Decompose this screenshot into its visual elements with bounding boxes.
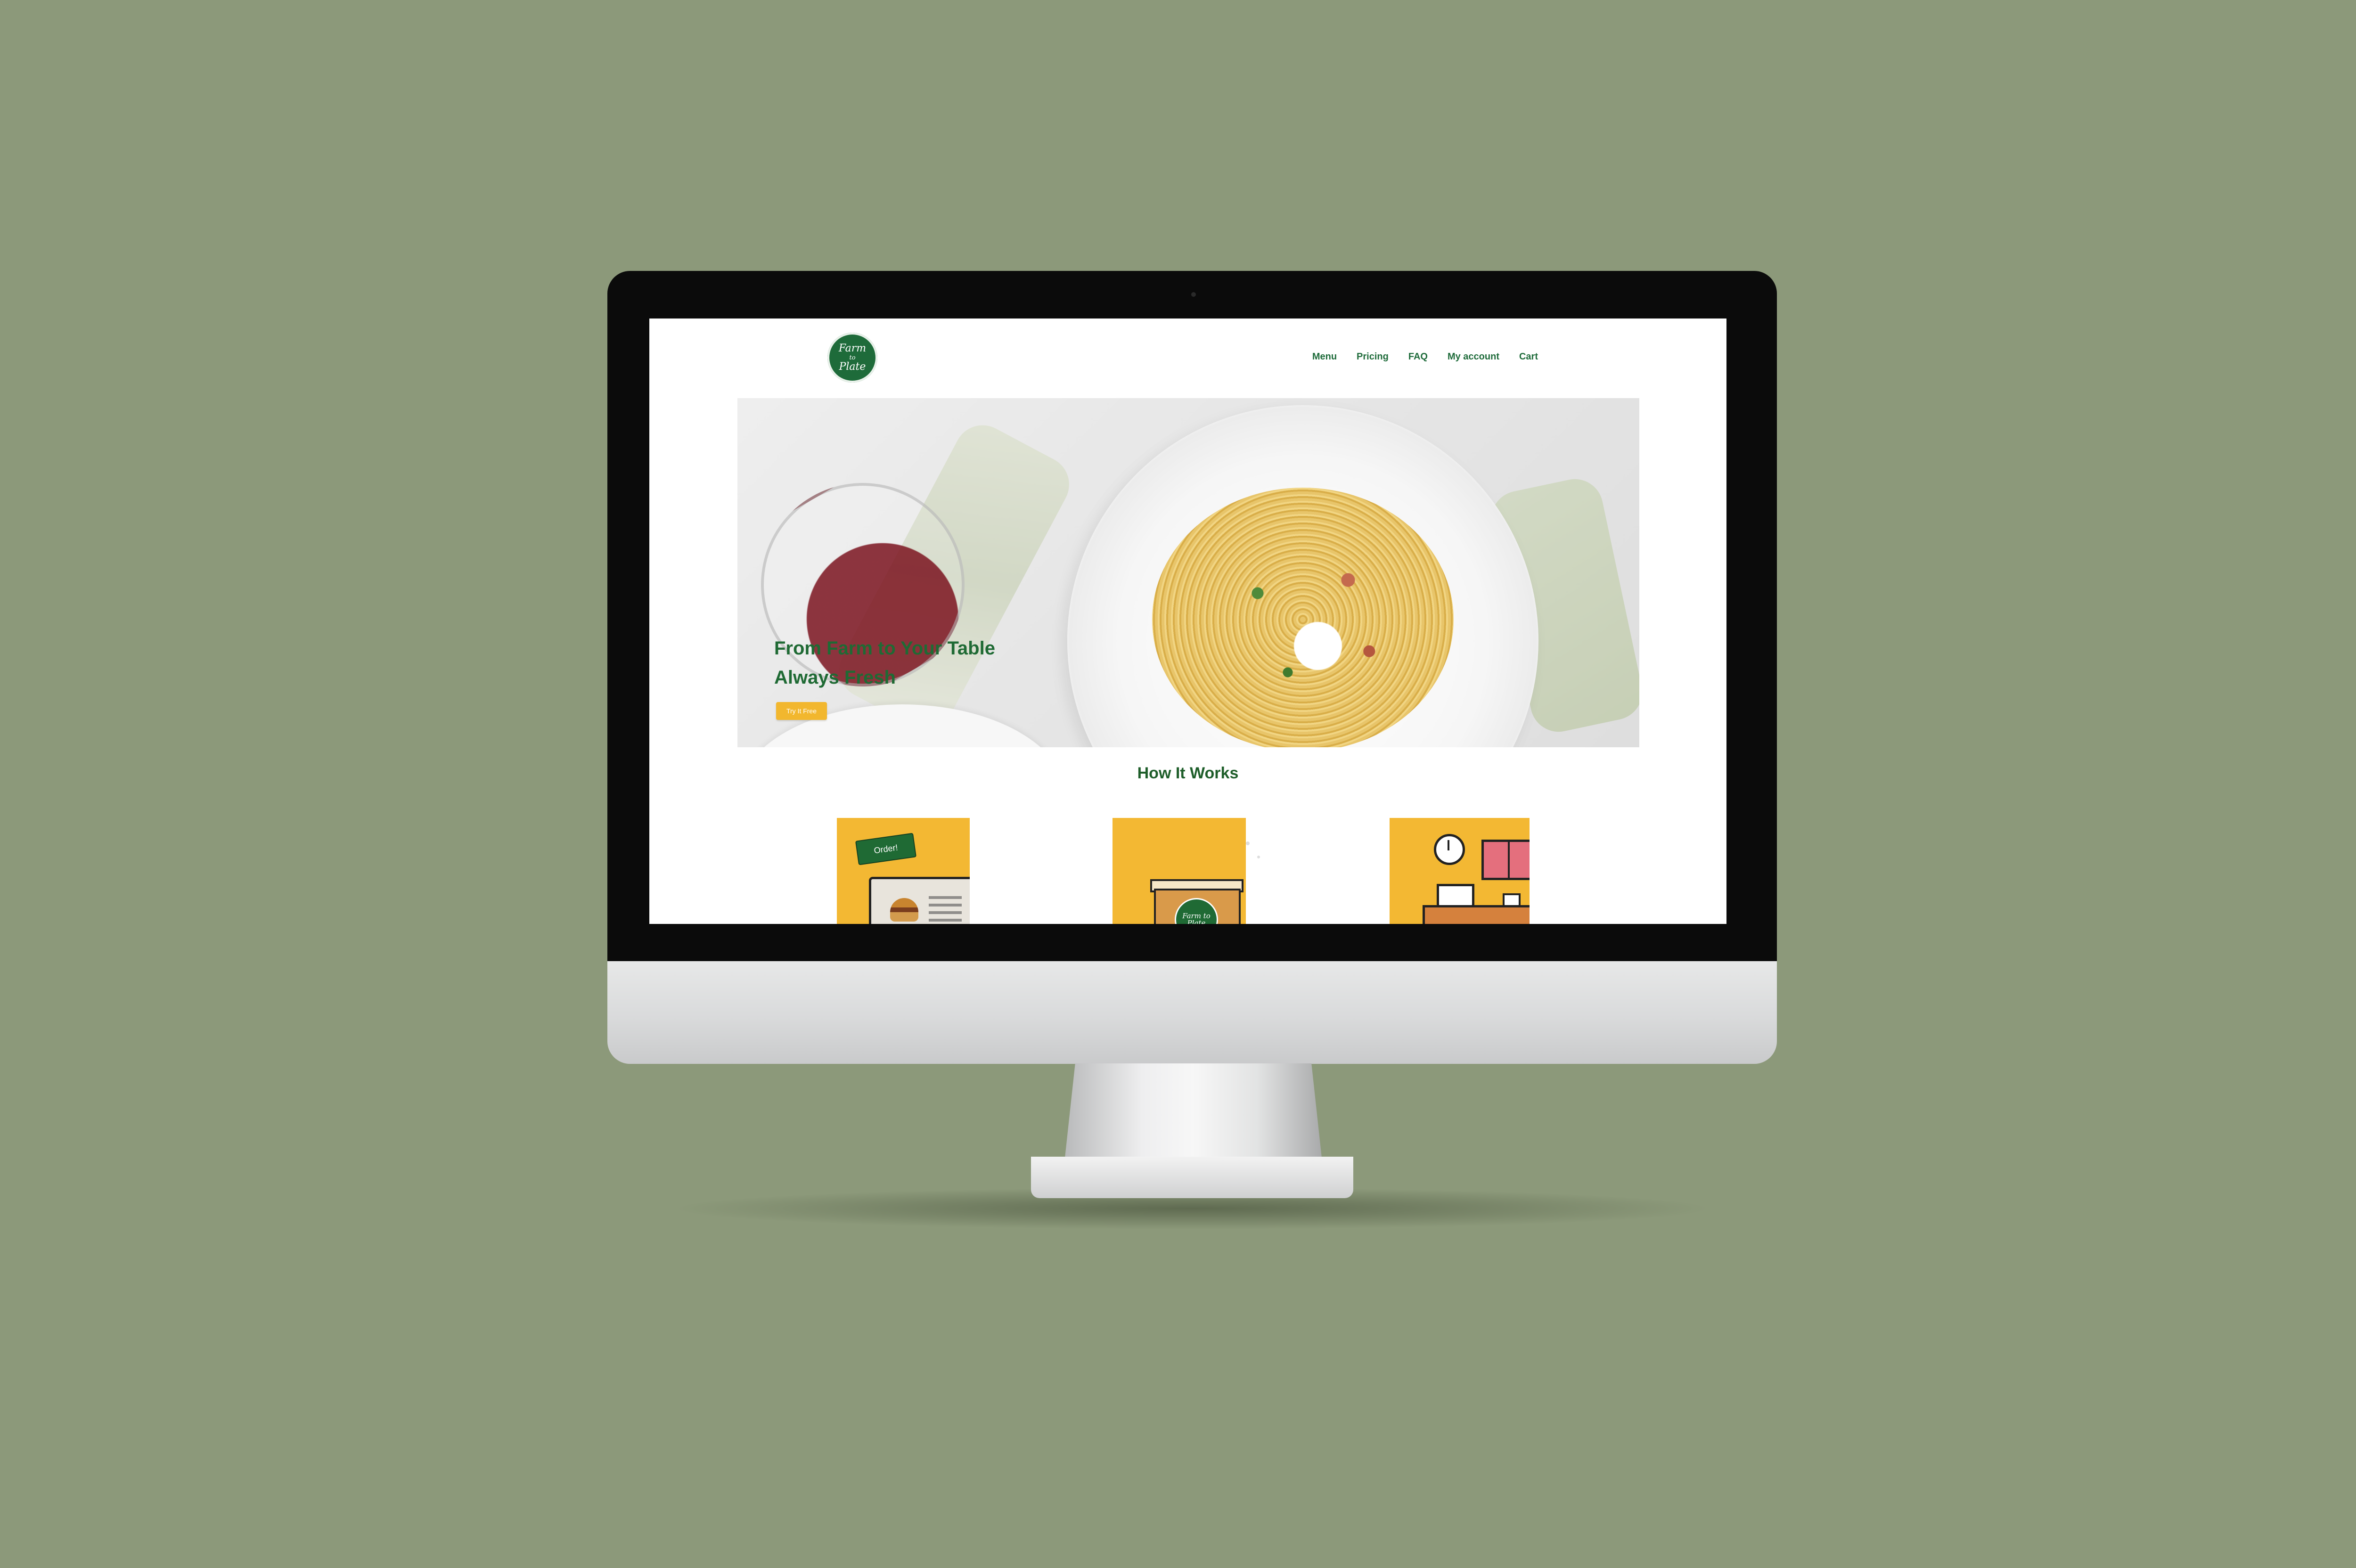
- monitor-foot: [1031, 1157, 1353, 1198]
- hero-pasta-image: [1152, 488, 1454, 747]
- menu-lines-icon: [929, 896, 962, 924]
- decor-dot: [1257, 856, 1260, 858]
- step-card-cook: [1390, 818, 1530, 924]
- try-it-free-button[interactable]: Try It Free: [776, 702, 827, 720]
- clock-icon: [1434, 834, 1465, 865]
- decor-dot: [1246, 841, 1250, 845]
- nav-menu[interactable]: Menu: [1312, 351, 1337, 362]
- main-nav: Menu Pricing FAQ My account Cart: [1312, 351, 1538, 362]
- kitchen-counter-icon: [1423, 905, 1530, 924]
- monitor-chin: [607, 961, 1777, 1064]
- step-card-delivery: Farm to Plate: [1113, 818, 1246, 924]
- nav-my-account[interactable]: My account: [1448, 351, 1499, 362]
- website-screen: Farm to Plate Menu Pricing FAQ My accoun…: [649, 318, 1726, 924]
- logo-text-to: to: [849, 354, 856, 361]
- how-it-works-title: How It Works: [1137, 764, 1239, 782]
- hero-title-line2: Always Fresh: [774, 667, 896, 688]
- laptop-icon: [869, 877, 970, 924]
- step-card-order: Order!: [837, 818, 970, 924]
- nav-pricing[interactable]: Pricing: [1357, 351, 1389, 362]
- logo-text-plate: Plate: [839, 360, 866, 373]
- brand-logo[interactable]: Farm to Plate: [827, 333, 877, 383]
- burger-icon: [890, 898, 918, 922]
- monitor-stand: [1065, 1063, 1322, 1158]
- nav-cart[interactable]: Cart: [1519, 351, 1538, 362]
- nav-faq[interactable]: FAQ: [1408, 351, 1428, 362]
- hero-title: From Farm to Your Table Always Fresh: [774, 634, 995, 692]
- logo-text-farm: Farm: [838, 342, 867, 354]
- cabinet-icon: [1481, 840, 1530, 880]
- camera-icon: [1191, 292, 1196, 297]
- order-tag: Order!: [855, 833, 917, 866]
- hero-banner: From Farm to Your Table Always Fresh Try…: [737, 398, 1639, 747]
- hero-title-line1: From Farm to Your Table: [774, 638, 995, 659]
